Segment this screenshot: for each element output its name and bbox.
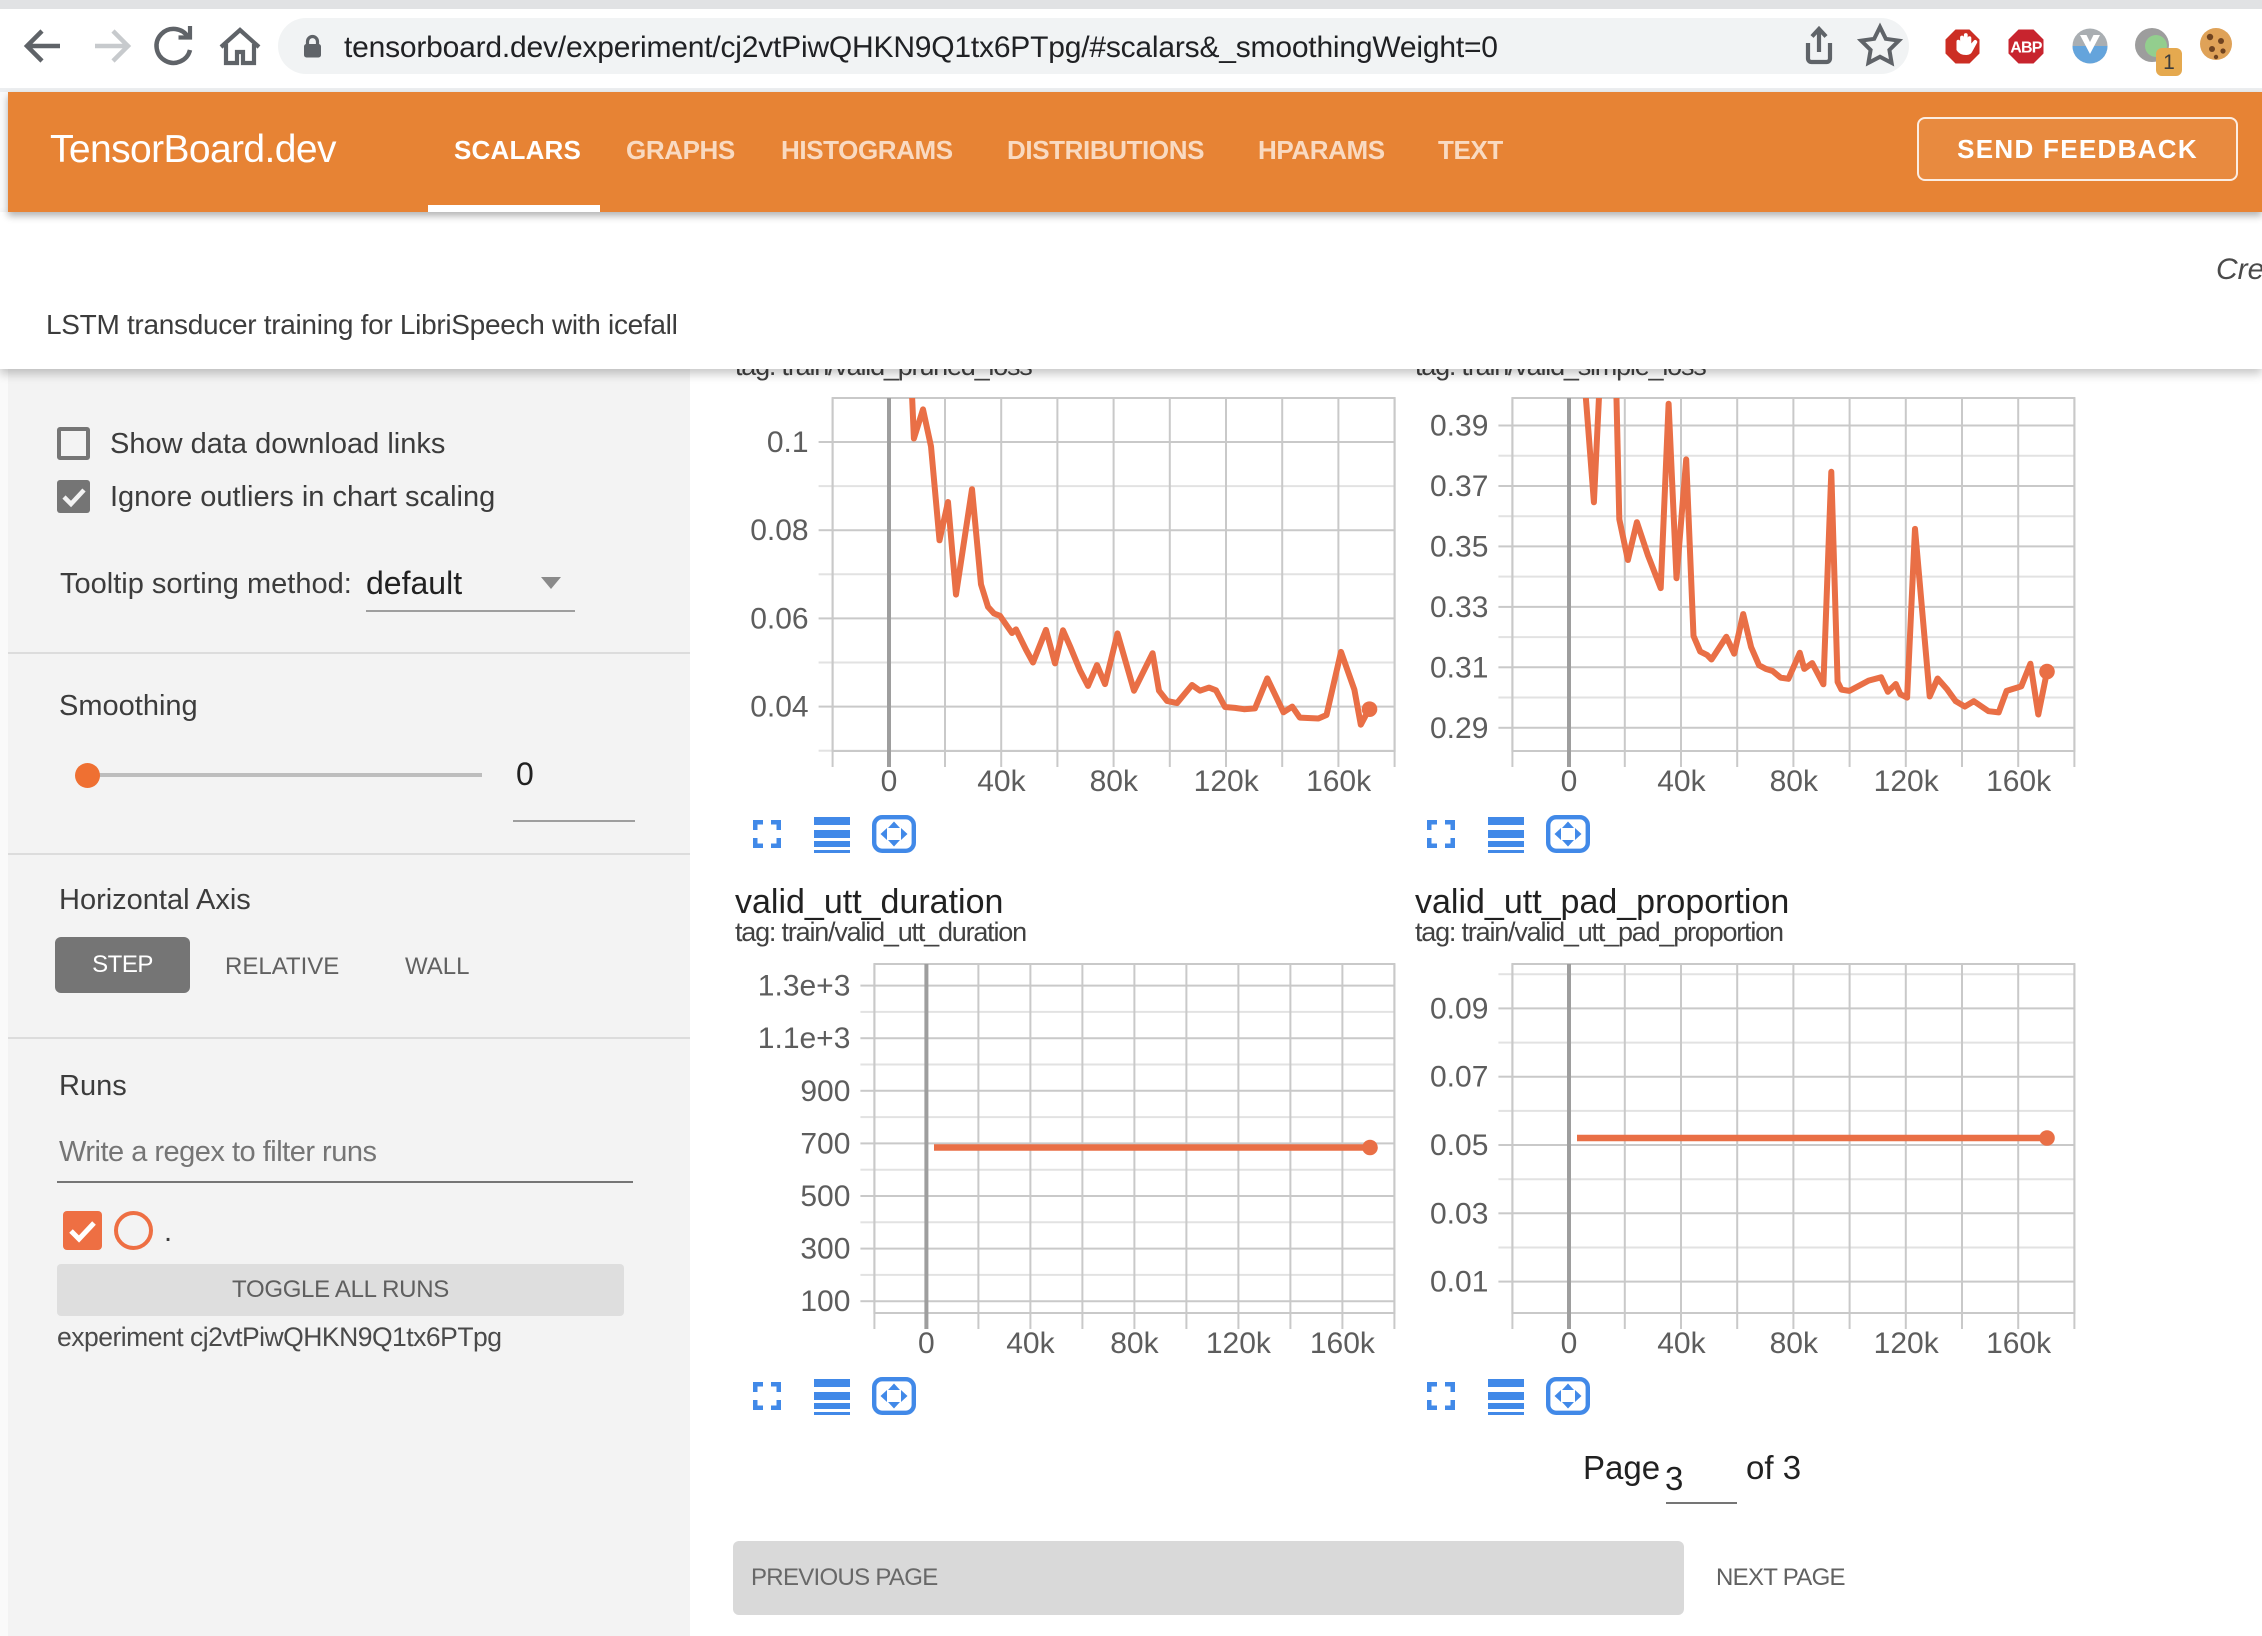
svg-text:160k: 160k	[1310, 1327, 1376, 1360]
svg-text:0.08: 0.08	[750, 514, 808, 547]
svg-text:0.01: 0.01	[1430, 1266, 1488, 1299]
svg-text:120k: 120k	[1874, 765, 1940, 798]
svg-text:40k: 40k	[1657, 765, 1706, 798]
svg-text:tag: train/valid_utt_pad_propo: tag: train/valid_utt_pad_proportion	[1415, 917, 1783, 947]
svg-text:0.03: 0.03	[1430, 1197, 1488, 1230]
svg-text:valid_utt_duration: valid_utt_duration	[735, 883, 1003, 921]
svg-text:160k: 160k	[1986, 765, 2052, 798]
svg-text:0.07: 0.07	[1430, 1061, 1488, 1094]
svg-text:0.29: 0.29	[1430, 712, 1488, 745]
svg-text:0.1: 0.1	[767, 426, 809, 459]
svg-text:40k: 40k	[977, 765, 1026, 798]
svg-text:0: 0	[1561, 765, 1578, 798]
svg-text:0.39: 0.39	[1430, 410, 1488, 443]
svg-text:valid_utt_pad_proportion: valid_utt_pad_proportion	[1415, 883, 1789, 921]
svg-text:0: 0	[1561, 1327, 1578, 1360]
svg-text:0.05: 0.05	[1430, 1129, 1488, 1162]
svg-text:80k: 80k	[1770, 765, 1819, 798]
svg-text:160k: 160k	[1986, 1327, 2052, 1360]
svg-text:0.33: 0.33	[1430, 591, 1488, 624]
svg-text:120k: 120k	[1194, 765, 1260, 798]
svg-text:80k: 80k	[1110, 1327, 1159, 1360]
svg-text:0.04: 0.04	[750, 691, 808, 724]
svg-text:80k: 80k	[1770, 1327, 1819, 1360]
svg-text:500: 500	[800, 1180, 850, 1213]
svg-text:1.3e+3: 1.3e+3	[758, 970, 851, 1003]
svg-text:0: 0	[918, 1327, 935, 1360]
svg-text:300: 300	[800, 1233, 850, 1266]
svg-text:0: 0	[881, 765, 898, 798]
svg-text:700: 700	[800, 1127, 850, 1160]
svg-text:100: 100	[800, 1285, 850, 1318]
svg-text:0.31: 0.31	[1430, 651, 1488, 684]
svg-text:tag: train/valid_utt_duration: tag: train/valid_utt_duration	[735, 917, 1026, 947]
svg-text:0.35: 0.35	[1430, 530, 1488, 563]
svg-text:40k: 40k	[1006, 1327, 1055, 1360]
svg-text:1.1e+3: 1.1e+3	[758, 1022, 851, 1055]
svg-text:40k: 40k	[1657, 1327, 1706, 1360]
svg-text:900: 900	[800, 1075, 850, 1108]
svg-text:160k: 160k	[1306, 765, 1372, 798]
svg-text:80k: 80k	[1090, 765, 1139, 798]
svg-text:120k: 120k	[1206, 1327, 1272, 1360]
svg-text:0.37: 0.37	[1430, 470, 1488, 503]
svg-text:0.06: 0.06	[750, 602, 808, 635]
svg-text:0.09: 0.09	[1430, 992, 1488, 1025]
svg-text:120k: 120k	[1874, 1327, 1940, 1360]
